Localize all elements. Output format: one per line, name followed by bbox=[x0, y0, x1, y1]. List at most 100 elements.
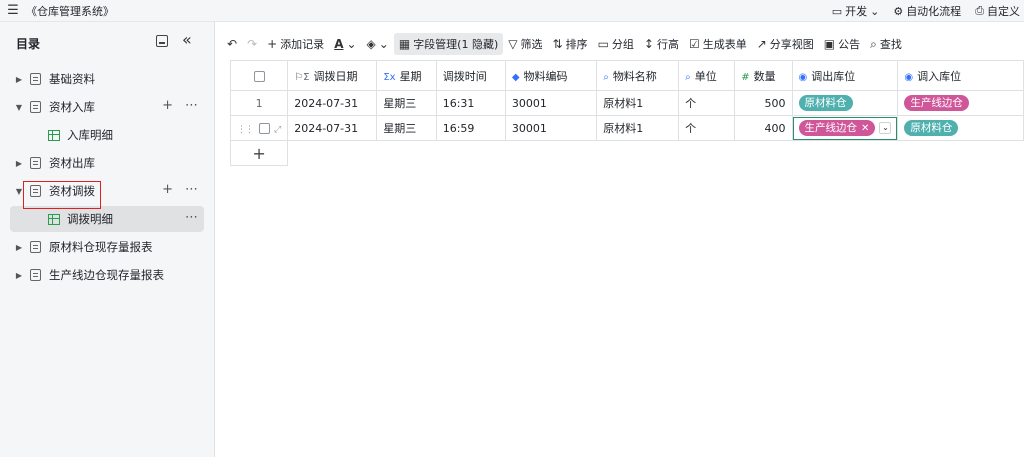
caret-right-icon[interactable]: ▶ bbox=[12, 159, 26, 168]
form-icon: ☑ bbox=[688, 37, 700, 51]
cell-unit[interactable]: 个 bbox=[678, 115, 736, 141]
sort-button[interactable]: ⇅ 排序 bbox=[548, 33, 593, 55]
sidebar-title: 目录 bbox=[16, 36, 41, 51]
cell-name[interactable]: 原材料1 bbox=[596, 90, 680, 116]
share-view-button[interactable]: ↗ 分享视图 bbox=[752, 33, 819, 55]
remove-tag-icon[interactable]: ✕ bbox=[861, 123, 869, 134]
cell-weekday[interactable]: 星期三 bbox=[376, 115, 437, 141]
undo-button[interactable]: ↶ bbox=[222, 33, 242, 55]
table-grid-icon bbox=[48, 213, 60, 225]
app-title: 《仓库管理系统》 bbox=[26, 4, 114, 18]
column-header-weekday[interactable]: Σx 星期 bbox=[376, 60, 437, 91]
add-icon[interactable]: + bbox=[162, 99, 173, 113]
undo-icon: ↶ bbox=[227, 37, 238, 51]
column-header-out-location[interactable]: ◉ 调出库位 bbox=[791, 60, 899, 91]
cell-time[interactable]: 16:31 bbox=[435, 90, 506, 116]
hamburger-menu-icon[interactable]: ☰ bbox=[0, 3, 26, 18]
sidebar-item-line-stock-report[interactable]: ▶ 生产线边仓现存量报表 bbox=[10, 262, 204, 288]
table-row[interactable]: 1 2024-07-31 星期三 16:31 30001 原材料1 个 500 … bbox=[229, 90, 1024, 116]
cell-unit[interactable]: 个 bbox=[678, 90, 736, 116]
redo-button[interactable]: ↷ bbox=[242, 33, 262, 55]
redo-icon: ↷ bbox=[247, 37, 258, 51]
cell-in-location[interactable]: 生产线边仓 bbox=[897, 90, 1024, 116]
dropdown-chevron-icon[interactable]: ⌄ bbox=[879, 122, 892, 134]
text-color-button[interactable]: A ⌄ bbox=[329, 33, 361, 55]
chevron-down-icon: ⌄ bbox=[346, 37, 357, 51]
add-row-space[interactable] bbox=[287, 140, 1024, 166]
collapse-sidebar-icon[interactable]: ‹‹ bbox=[182, 30, 192, 49]
paint-bucket-icon: ◈ bbox=[366, 37, 376, 51]
filter-icon: ▽ bbox=[508, 37, 518, 51]
row-checkbox[interactable] bbox=[259, 123, 270, 134]
folder-icon: ▭ bbox=[597, 37, 609, 51]
add-row[interactable]: + bbox=[229, 140, 1024, 166]
cell-code[interactable]: 30001 bbox=[504, 115, 598, 141]
layout-icon[interactable] bbox=[156, 35, 168, 47]
column-header-time[interactable]: 调拨时间 bbox=[435, 60, 506, 91]
top-right-actions: ▭ 开发 ⌄ ⚙ 自动化流程 ⎙ 自定义 bbox=[832, 0, 1024, 22]
sidebar-item-raw-stock-report[interactable]: ▶ 原材料仓现存量报表 bbox=[10, 234, 204, 260]
select-all-cell[interactable] bbox=[229, 60, 289, 91]
filter-button[interactable]: ▽ 筛选 bbox=[503, 33, 547, 55]
fill-color-button[interactable]: ◈ ⌄ bbox=[362, 33, 394, 55]
cell-qty[interactable]: 500 bbox=[734, 90, 793, 116]
cell-in-location[interactable]: 原材料仓 bbox=[897, 115, 1024, 141]
cell-qty[interactable]: 400 bbox=[734, 115, 793, 141]
formula-icon: ⚐Σ bbox=[294, 71, 310, 83]
automation-button[interactable]: ⚙ 自动化流程 bbox=[893, 3, 961, 19]
location-tag: 原材料仓 bbox=[798, 95, 853, 111]
cell-out-location[interactable]: 原材料仓 bbox=[791, 90, 899, 116]
caret-right-icon[interactable]: ▶ bbox=[12, 75, 26, 84]
find-button[interactable]: ⌕ 查找 bbox=[865, 33, 907, 55]
caret-right-icon[interactable]: ▶ bbox=[12, 271, 26, 280]
add-record-button[interactable]: + 添加记录 bbox=[262, 33, 329, 55]
robot-icon: ⚙ bbox=[893, 4, 904, 18]
row-height-button[interactable]: ↕ 行高 bbox=[639, 33, 684, 55]
dev-menu-button[interactable]: ▭ 开发 ⌄ bbox=[832, 3, 880, 19]
sidebar: 目录 ‹‹ ▶ 基础资料 ▼ 资材入库 + ⋯ 入库明细 ▶ 资材出库 ▼ 资材… bbox=[0, 22, 215, 457]
cell-date[interactable]: 2024-07-31 bbox=[287, 115, 378, 141]
drag-handle-icon[interactable]: ⋮⋮ bbox=[237, 125, 254, 135]
caret-right-icon[interactable]: ▶ bbox=[12, 243, 26, 252]
sidebar-item-transfer-detail[interactable]: 调拨明细 ⋯ bbox=[10, 206, 204, 232]
group-button[interactable]: ▭ 分组 bbox=[593, 33, 639, 55]
row-height-icon: ↕ bbox=[643, 37, 654, 51]
sidebar-item-basic-data[interactable]: ▶ 基础资料 bbox=[10, 66, 204, 92]
column-header-code[interactable]: ◆ 物料编码 bbox=[504, 60, 598, 91]
sidebar-item-in-detail[interactable]: 入库明细 bbox=[10, 122, 204, 148]
generate-form-button[interactable]: ☑ 生成表单 bbox=[684, 33, 752, 55]
monitor-icon: ▭ bbox=[831, 4, 843, 18]
reference-icon: ⌕ bbox=[603, 71, 609, 83]
number-icon: # bbox=[741, 71, 750, 83]
table-grid-icon bbox=[48, 129, 60, 141]
cell-code[interactable]: 30001 bbox=[504, 90, 598, 116]
highlight-annotation-box bbox=[23, 181, 101, 209]
cell-weekday[interactable]: 星期三 bbox=[376, 90, 437, 116]
sidebar-item-material-in[interactable]: ▼ 资材入库 + ⋯ bbox=[10, 94, 204, 120]
column-header-unit[interactable]: ⌕ 单位 bbox=[678, 60, 736, 91]
select-all-checkbox[interactable] bbox=[253, 70, 265, 82]
table-row[interactable]: ⋮⋮ ⤢ 2024-07-31 星期三 16:59 30001 原材料1 个 40… bbox=[229, 115, 1024, 141]
expand-icon[interactable]: ⤢ bbox=[274, 125, 281, 135]
add-icon[interactable]: + bbox=[162, 183, 173, 197]
column-header-name[interactable]: ⌕ 物料名称 bbox=[596, 60, 680, 91]
cell-out-location-editing[interactable]: 生产线边仓 ✕ ⌄ bbox=[791, 115, 899, 141]
caret-down-icon[interactable]: ▼ bbox=[12, 103, 26, 112]
add-row-icon[interactable]: + bbox=[229, 140, 289, 166]
sidebar-item-material-out[interactable]: ▶ 资材出库 bbox=[10, 150, 204, 176]
cell-date[interactable]: 2024-07-31 bbox=[287, 90, 378, 116]
share-icon: ↗ bbox=[756, 37, 767, 51]
more-icon[interactable]: ⋯ bbox=[185, 183, 198, 197]
column-header-in-location[interactable]: ◉ 调入库位 bbox=[897, 60, 1024, 91]
customize-button[interactable]: ⎙ 自定义 bbox=[975, 3, 1020, 19]
column-header-date[interactable]: ⚐Σ 调拨日期 bbox=[287, 60, 378, 91]
notice-button[interactable]: ▣ 公告 bbox=[819, 33, 865, 55]
chevron-down-icon: ⌄ bbox=[870, 4, 880, 18]
cell-time[interactable]: 16:59 bbox=[435, 115, 506, 141]
more-icon[interactable]: ⋯ bbox=[185, 211, 198, 225]
more-icon[interactable]: ⋯ bbox=[185, 99, 198, 113]
cell-name[interactable]: 原材料1 bbox=[596, 115, 680, 141]
sort-icon: ⇅ bbox=[552, 37, 563, 51]
field-manage-button[interactable]: ▦ 字段管理(1 隐藏) bbox=[393, 33, 504, 55]
column-header-qty[interactable]: # 数量 bbox=[734, 60, 793, 91]
